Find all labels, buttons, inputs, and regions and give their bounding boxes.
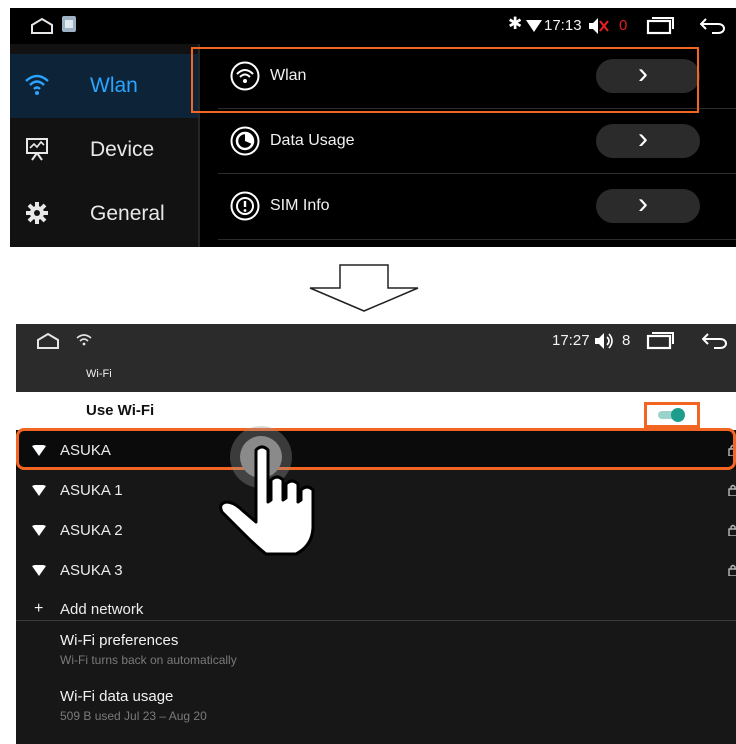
sidebar-item-wlan[interactable]: Wlan: [10, 54, 198, 118]
recent-apps-icon[interactable]: [646, 17, 676, 35]
lock-icon: [728, 524, 736, 536]
row-label: Data Usage: [270, 132, 355, 149]
settings-screen-before: ✱ 17:13 0 Wlan Device General Wlan › Dat…: [10, 8, 736, 247]
wifi-preferences-item[interactable]: Wi-Fi preferences Wi-Fi turns back on au…: [16, 624, 736, 674]
row-sim-info[interactable]: SIM Info ›: [218, 174, 718, 238]
divider: [16, 620, 736, 621]
status-bar: ✱ 17:13 0: [10, 8, 736, 44]
photo-icon: [62, 16, 76, 32]
back-icon[interactable]: [700, 17, 728, 35]
network-name: ASUKA 3: [60, 562, 123, 579]
item-subtitle: 509 B used Jul 23 – Aug 20: [60, 709, 207, 723]
plus-icon: +: [34, 600, 44, 617]
bluetooth-icon: ✱: [508, 14, 523, 33]
sidebar-item-label: General: [90, 202, 165, 225]
title-bar: Wi-Fi: [16, 358, 736, 392]
home-icon[interactable]: [30, 17, 54, 35]
add-network-label: Add network: [60, 601, 144, 618]
wifi-signal-icon: [32, 485, 46, 496]
highlight-box: [191, 47, 699, 113]
recent-apps-icon[interactable]: [646, 332, 676, 350]
row-divider: [218, 239, 736, 240]
network-item-asuka-3[interactable]: ASUKA 3: [16, 550, 736, 590]
sidebar-item-general[interactable]: General: [10, 182, 198, 246]
volume-value: 8: [622, 332, 631, 349]
monitor-icon: [26, 138, 48, 161]
status-bar: 17:27 8: [16, 324, 736, 358]
down-arrow-icon: [309, 264, 419, 312]
wifi-settings-screen: 17:27 8 Wi-Fi Use Wi-Fi ASUKA ASUKA 1 AS…: [16, 324, 736, 744]
toggle-knob: [671, 408, 685, 422]
lock-icon: [728, 484, 736, 496]
sidebar: Wlan Device General: [10, 44, 198, 247]
lock-icon: [728, 564, 736, 576]
wifi-data-usage-item[interactable]: Wi-Fi data usage 509 B used Jul 23 – Aug…: [16, 680, 736, 730]
wifi-signal-icon: [32, 525, 46, 536]
highlight-box: [16, 428, 736, 470]
pointing-hand-icon: [219, 445, 315, 556]
network-item-asuka-2[interactable]: ASUKA 2: [16, 510, 736, 550]
network-item-asuka-1[interactable]: ASUKA 1: [16, 470, 736, 510]
sidebar-item-device[interactable]: Device: [10, 118, 198, 182]
wifi-icon: [76, 334, 92, 346]
home-icon[interactable]: [36, 332, 60, 350]
gear-icon: [26, 202, 48, 224]
chevron-right-icon: ›: [638, 187, 648, 220]
open-data-usage-button[interactable]: ›: [596, 122, 700, 158]
status-time: 17:27: [552, 332, 590, 349]
use-wifi-label: Use Wi-Fi: [86, 402, 155, 419]
wifi-signal-icon: [32, 565, 46, 576]
sim-info-icon: [230, 191, 260, 221]
item-title: Wi-Fi data usage: [60, 688, 174, 705]
use-wifi-row[interactable]: Use Wi-Fi: [16, 392, 736, 430]
volume-icon[interactable]: [594, 332, 616, 350]
row-data-usage[interactable]: Data Usage ›: [218, 109, 718, 173]
data-usage-icon: [230, 126, 260, 156]
wifi-signal-icon: [526, 20, 542, 32]
chevron-right-icon: ›: [638, 122, 648, 155]
volume-value: 0: [619, 17, 628, 34]
back-icon[interactable]: [702, 332, 730, 350]
item-title: Wi-Fi preferences: [60, 632, 179, 649]
volume-mute-icon[interactable]: [588, 17, 610, 35]
open-sim-info-button[interactable]: ›: [596, 187, 700, 223]
status-time: 17:13: [544, 17, 582, 34]
network-name: ASUKA 2: [60, 522, 123, 539]
network-name: ASUKA 1: [60, 482, 123, 499]
sidebar-item-label: Wlan: [90, 74, 138, 97]
wifi-icon: [25, 74, 49, 95]
row-label: SIM Info: [270, 197, 330, 214]
sidebar-item-label: Device: [90, 138, 155, 161]
page-title: Wi-Fi: [86, 368, 112, 380]
item-subtitle: Wi-Fi turns back on automatically: [60, 653, 237, 667]
